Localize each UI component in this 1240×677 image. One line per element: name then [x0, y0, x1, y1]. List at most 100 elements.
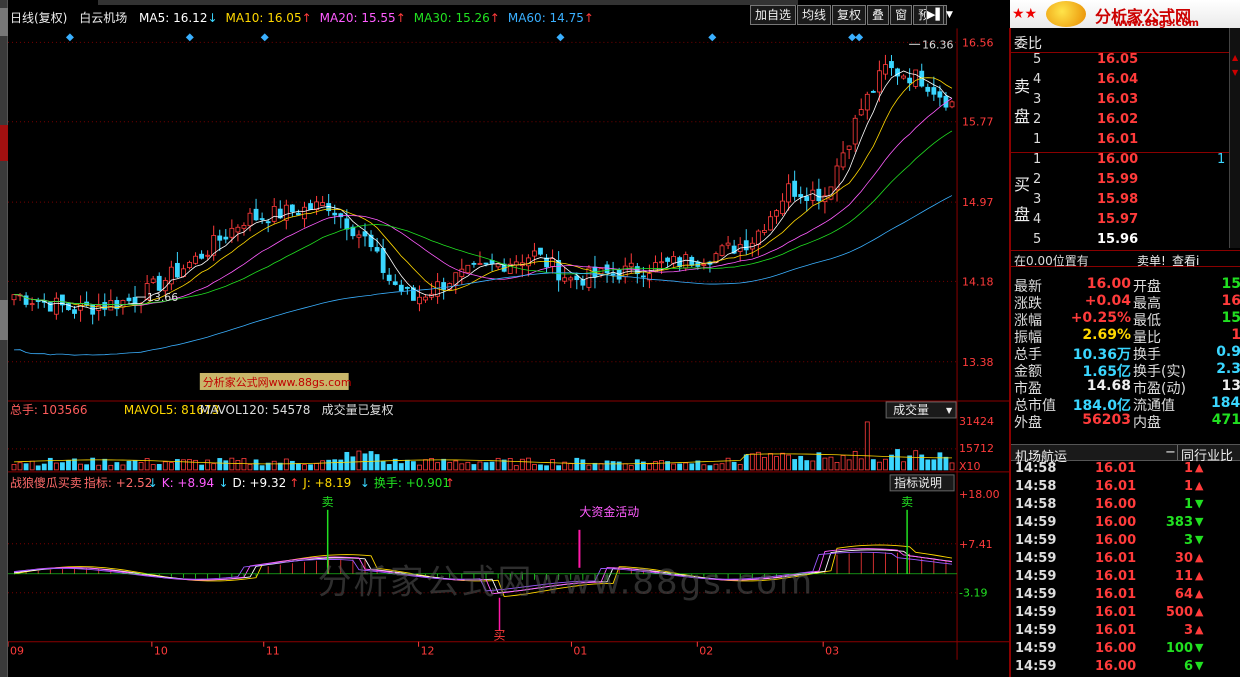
- volume-bar: [883, 458, 888, 471]
- indicator-axis-label: -3.19: [959, 587, 987, 600]
- candle-body: [671, 256, 677, 264]
- volume-bar: [320, 460, 326, 471]
- volume-bar: [308, 464, 313, 471]
- volume-axis-label: X10: [959, 460, 980, 473]
- candle-body: [907, 77, 913, 84]
- arrow-up-icon: ↑: [289, 476, 299, 490]
- volume-bar: [356, 450, 362, 471]
- chevron-down-icon[interactable]: ▼: [946, 10, 953, 20]
- arrow-up-icon: ▲: [1195, 623, 1204, 636]
- tick-row: 14:59 16.00 6 ▼: [1015, 659, 1204, 674]
- level-volume: 1: [1217, 152, 1226, 167]
- volume-bar: [659, 460, 664, 471]
- price-axis-label: 14.18: [962, 275, 993, 288]
- volume-bar: [810, 460, 816, 471]
- volume-bar: [762, 456, 767, 471]
- sell-book: 5 16.05 4 16.04 3 16.03 2 16.02 1 16.01: [1011, 52, 1240, 152]
- arrow-down-icon[interactable]: ▼: [1232, 68, 1238, 77]
- volume-bar: [683, 462, 689, 471]
- toolbar-button[interactable]: 均线: [797, 5, 832, 25]
- volume-bar: [332, 459, 338, 471]
- view-link[interactable]: 查看i: [1172, 252, 1199, 269]
- volume-bar: [568, 463, 574, 471]
- toolbar-button[interactable]: 叠: [867, 5, 890, 25]
- strip-tab[interactable]: [0, 8, 8, 36]
- level-price: 16.02: [1097, 112, 1139, 127]
- volume-bar: [380, 460, 386, 471]
- buy-level-row[interactable]: 1 16.00 1: [1011, 152, 1240, 172]
- candle-body: [574, 275, 580, 281]
- chevron-down-icon: ▼: [946, 406, 953, 415]
- ma-legend: 日线(复权) 白云机场 MA5: 16.12↓ MA10: 16.05↑ MA20:…: [10, 9, 610, 26]
- volume-bar: [931, 459, 937, 471]
- candle-body: [247, 212, 253, 227]
- candle-body: [120, 300, 126, 308]
- candle-body: [659, 261, 664, 264]
- vertical-scrollbar[interactable]: ▲ ▼: [1229, 28, 1240, 248]
- buy-level-row[interactable]: 3 15.98: [1011, 192, 1240, 212]
- volume-bar: [368, 451, 374, 471]
- candle-body: [876, 70, 882, 93]
- candle-body: [217, 235, 223, 241]
- candle-body: [755, 230, 761, 245]
- toolbar-button[interactable]: 加自选: [750, 5, 797, 25]
- volume-bar: [102, 458, 108, 471]
- volume-bar: [205, 459, 211, 471]
- collapse-icon[interactable]: −: [1165, 445, 1176, 460]
- indicator-name: 战狼傻瓜买卖: [10, 475, 82, 490]
- volume-bar: [774, 456, 779, 471]
- candle-body: [344, 218, 350, 230]
- sell-level-row[interactable]: 2 16.02: [1011, 112, 1240, 132]
- next-arrow-icon[interactable]: ▶▌: [926, 5, 944, 25]
- buy-level-row[interactable]: 4 15.97: [1011, 212, 1240, 232]
- volume-bar: [193, 459, 198, 471]
- candle-body: [816, 188, 822, 202]
- volume-bar: [743, 454, 749, 471]
- toolbar-button[interactable]: 窗: [890, 5, 913, 25]
- candle-body: [901, 75, 906, 79]
- candle-body: [205, 254, 211, 257]
- sell-level-row[interactable]: 3 16.03: [1011, 92, 1240, 112]
- strip-tab[interactable]: [0, 300, 8, 340]
- stock-name: 白云机场: [79, 11, 128, 25]
- sell-level-row[interactable]: 4 16.04: [1011, 72, 1240, 92]
- arrow-up-icon[interactable]: ▲: [1232, 53, 1238, 62]
- volume-bar: [404, 459, 410, 471]
- candle-body: [423, 296, 428, 301]
- volume-bar: [423, 459, 428, 471]
- volume-bar: [925, 459, 931, 471]
- price-axis-label: 16.56: [962, 36, 993, 49]
- volume-bar: [622, 463, 628, 471]
- sell-single-link[interactable]: 卖单!: [1137, 252, 1166, 269]
- level-price: 15.99: [1097, 172, 1139, 187]
- volume-bar: [60, 462, 65, 471]
- date-axis-label: 12: [421, 645, 435, 658]
- left-tab-strip[interactable]: [0, 0, 8, 677]
- level-index: 3: [1033, 192, 1042, 207]
- volume-total-label: 总手: 103566: [10, 403, 87, 417]
- kline-chart[interactable]: 16.56 15.77 14.97 14.18 13.38 16.36 13.66 分析家公式…: [8, 28, 1010, 677]
- volume-bar: [586, 464, 592, 471]
- candle-body: [199, 253, 204, 259]
- volume-bar: [943, 456, 949, 471]
- candle-body: [931, 87, 937, 95]
- candle-body: [889, 61, 894, 69]
- candle-body: [798, 194, 804, 198]
- candle-body: [858, 109, 864, 116]
- candle-body: [846, 145, 852, 150]
- candle-body: [628, 262, 634, 268]
- buy-level-row[interactable]: 5 15.96: [1011, 232, 1240, 252]
- level-index: 1: [1033, 132, 1042, 147]
- period-label[interactable]: 日线(复权): [10, 11, 67, 25]
- sell-level-row[interactable]: 5 16.05: [1011, 52, 1240, 72]
- toolbar-button[interactable]: 复权: [832, 5, 867, 25]
- strip-tab-active[interactable]: [0, 125, 8, 161]
- volume-bar: [495, 457, 501, 471]
- candle-body: [870, 90, 876, 93]
- tab-industry-compare[interactable]: 同行业比: [1177, 445, 1233, 464]
- sell-level-row[interactable]: 1 16.01: [1011, 132, 1240, 152]
- candle-body: [102, 302, 108, 310]
- order-ratio-label: 委比: [1014, 36, 1042, 52]
- candle-body: [417, 296, 422, 305]
- buy-level-row[interactable]: 2 15.99: [1011, 172, 1240, 192]
